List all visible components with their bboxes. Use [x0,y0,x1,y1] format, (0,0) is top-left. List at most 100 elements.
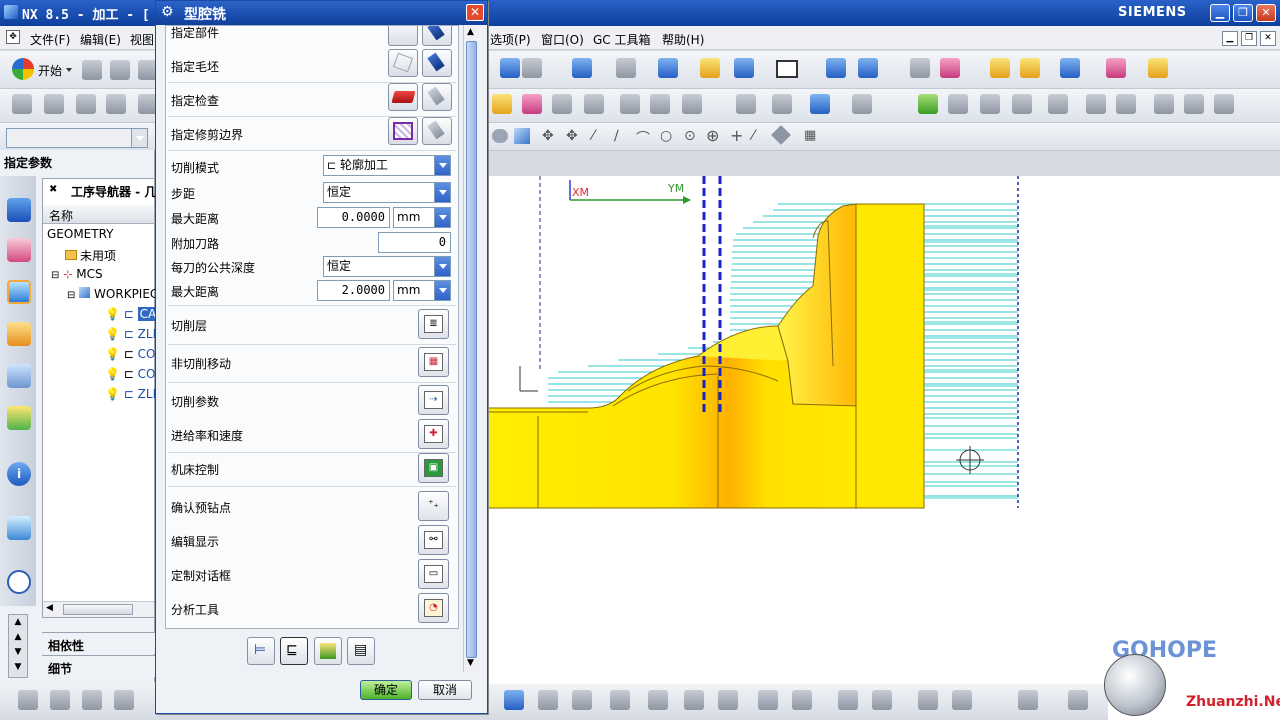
cut-levels-button[interactable]: ≣ [418,309,449,339]
selection-scope-dropdown[interactable] [6,128,148,148]
max-distance-unit-dropdown[interactable]: mm [393,207,451,228]
view-iso-icon[interactable] [648,690,668,710]
view-bottom-icon[interactable] [792,690,812,710]
navigator-close-icon[interactable]: ✖ [49,184,57,195]
sphere-icon[interactable] [492,129,508,143]
measure-angle-icon[interactable] [1020,58,1040,78]
pointer-icon[interactable] [772,94,792,114]
specify-blank-flashlight-button[interactable] [422,49,452,77]
crosshair-snap-icon[interactable]: ⊕ [706,126,719,145]
analysis-tools-button[interactable]: ◔ [418,593,449,623]
view-right-icon[interactable] [610,690,630,710]
measure-distance-icon[interactable] [990,58,1010,78]
report-icon[interactable] [1116,94,1136,114]
depth-per-cut-dropdown[interactable]: 恒定 [323,256,451,277]
render-style-icon[interactable] [658,58,678,78]
postprocess-icon[interactable] [552,94,572,114]
menu-view[interactable]: 视图 [130,31,154,48]
tree-row[interactable]: 💡 ⊏ ZLE [105,327,160,346]
menu-window[interactable]: 窗口(O) [541,31,584,48]
max-distance-2-unit-dropdown[interactable]: mm [393,280,451,301]
tree-row[interactable]: 未用项 [65,247,116,266]
select-toolpath-icon[interactable] [736,94,756,114]
specify-part-flashlight-button[interactable] [422,26,452,46]
specify-trim-boundary-button[interactable] [388,117,418,145]
layer-icon[interactable] [700,58,720,78]
view-section-icon[interactable] [838,690,858,710]
start-icon[interactable] [12,58,34,80]
customize-dialog-button[interactable]: ▭ [418,559,449,589]
assembly-icon[interactable] [980,94,1000,114]
grid-snap-icon[interactable]: ▦ [804,128,816,143]
bottom-tool-icon[interactable] [114,690,134,710]
slash-snap-icon[interactable]: ⁄ [752,128,754,144]
create-geometry-icon[interactable] [76,94,96,114]
close-window-button[interactable]: ✕ [1256,4,1276,22]
generate-button[interactable]: ⊨ [247,637,275,665]
view-section2-icon[interactable] [872,690,892,710]
circle-icon[interactable]: ○ [660,128,672,144]
non-cutting-moves-button[interactable]: ▦ [418,347,449,377]
snap-point-icon[interactable] [500,58,520,78]
max-distance-input[interactable]: 0.0000 [317,207,390,228]
tree-row[interactable]: 💡 ⊏ CO [105,347,156,366]
specify-trim-boundary-flashlight-button[interactable] [422,117,452,145]
gauge-icon[interactable] [682,94,702,114]
tree-row[interactable]: ⊟ ⊹ MCS [51,267,103,286]
view-left-icon[interactable] [718,690,738,710]
create-program-icon[interactable] [12,94,32,114]
menu-gc-toolbox[interactable]: GC 工具箱 [593,31,651,48]
section-detail[interactable]: 细节 [42,655,155,677]
dialog-scrollbar[interactable]: ▲ ▼ [463,25,479,672]
orient-view-icon[interactable] [734,58,754,78]
boolean-icon[interactable] [948,94,968,114]
scroll-down-icon[interactable]: ▼ [467,658,474,668]
collapse-icon[interactable]: ⊟ [67,290,75,301]
menu-options[interactable]: 选项(P) [490,31,531,48]
dimension-icon[interactable] [1148,58,1168,78]
work-layer-icon[interactable] [826,58,846,78]
specify-part-button[interactable] [388,26,418,46]
snap-intersection-icon[interactable] [1106,58,1126,78]
generate-toolpath-icon[interactable] [492,94,512,114]
web-browser-icon[interactable] [7,516,31,540]
start-menu-button[interactable]: 开始 [38,62,62,79]
flag-icon[interactable] [1048,94,1068,114]
assembly-navigator-icon[interactable] [7,198,31,222]
predrill-points-button[interactable]: ⁺₊ [418,491,449,521]
view-back-icon[interactable] [758,690,778,710]
scroll-up-icon[interactable]: ▲ [467,27,474,37]
gear-icon[interactable]: ⚙ [161,4,174,20]
specify-blank-button[interactable] [388,49,418,77]
tool-path-display-icon[interactable] [810,94,830,114]
machine-tool-navigator-icon[interactable] [7,322,31,346]
dialog-title-bar[interactable]: ⚙ 型腔铣 ✕ [156,1,487,25]
move-layer-icon[interactable] [858,58,878,78]
plus-snap-icon[interactable]: + [730,126,743,145]
edit-display-button[interactable]: ⚯ [418,525,449,555]
tree-row[interactable]: 💡 ⊏ ZLE [105,387,160,406]
stepover-dropdown[interactable]: 恒定 [323,182,451,203]
navigator-horizontal-scrollbar[interactable]: ◀ [43,601,154,617]
view-layout-icon[interactable] [952,690,972,710]
list-button[interactable]: ▤ [347,637,375,665]
history-icon[interactable] [7,570,31,594]
tree-row[interactable]: ⊟ WORKPIECE [67,287,166,306]
minimize-button[interactable]: ▁ [1210,4,1230,22]
check-icon[interactable] [918,94,938,114]
snap-grid-icon[interactable] [1018,690,1038,710]
tangent-line-icon[interactable]: ∕ [614,128,619,144]
collapse-icon[interactable]: ⊟ [51,270,59,281]
doc-minimize-button[interactable]: ▁ [1222,31,1238,46]
table-icon[interactable] [1184,94,1204,114]
machine-control-button[interactable]: ▣ [418,453,449,483]
cut-mode-dropdown[interactable]: ⊏ 轮廓加工 [323,155,451,176]
resource-bar-scroll[interactable]: ▲ ▲ ▼ ▼ [8,614,28,678]
shop-doc-icon[interactable] [584,94,604,114]
bottom-tool-icon[interactable] [82,690,102,710]
cutting-parameters-button[interactable]: ⇢ [418,385,449,415]
operation-navigator-icon[interactable] [7,280,31,304]
misc-icon[interactable] [1214,94,1234,114]
tree-row[interactable]: 💡 ⊏ CO [105,367,156,386]
sheet-icon[interactable] [1154,94,1174,114]
